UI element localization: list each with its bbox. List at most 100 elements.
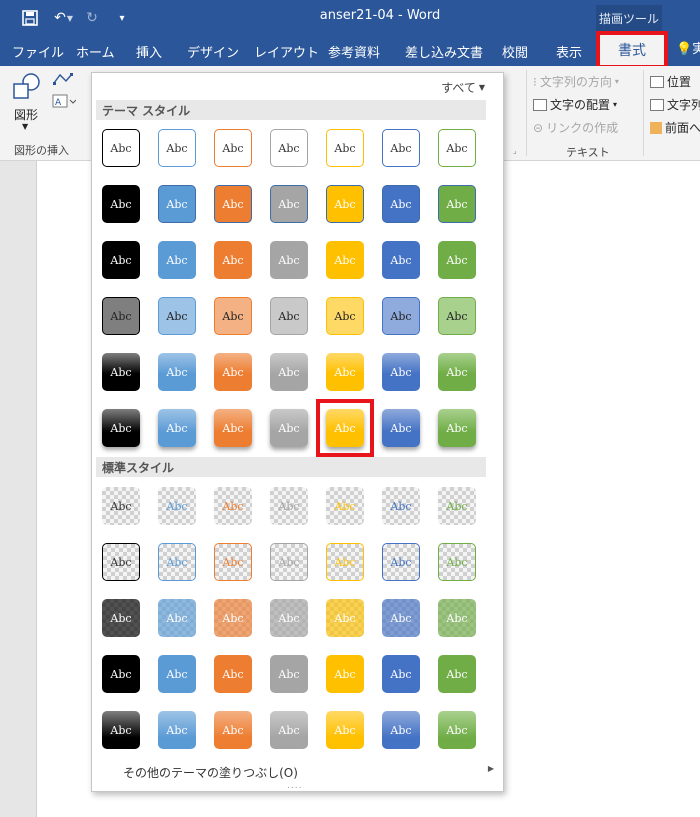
shapes-dropdown-icon[interactable]: ▼ [22, 122, 28, 131]
standard-style-r3-c2[interactable]: Abc [158, 599, 196, 637]
standard-style-r2-c1[interactable]: Abc [102, 543, 140, 581]
standard-style-r3-c3[interactable]: Abc [214, 599, 252, 637]
theme-style-r6-c3[interactable]: Abc [214, 409, 252, 447]
theme-style-r4-c6[interactable]: Abc [382, 297, 420, 335]
tab-3[interactable]: デザイン [187, 36, 239, 66]
tab-8[interactable]: 表示 [556, 36, 582, 66]
theme-style-r2-c6[interactable]: Abc [382, 185, 420, 223]
customize-qat-icon[interactable]: ▾ [110, 6, 134, 30]
redo-icon[interactable]: ↻ [80, 6, 104, 30]
tab-1[interactable]: ホーム [76, 36, 115, 66]
standard-style-r4-c3[interactable]: Abc [214, 655, 252, 693]
theme-style-r3-c6[interactable]: Abc [382, 241, 420, 279]
tab-format[interactable]: 書式 [596, 31, 668, 69]
theme-style-r4-c7[interactable]: Abc [438, 297, 476, 335]
bring-forward-button[interactable]: 前面へ [650, 119, 700, 136]
standard-style-r4-c6[interactable]: Abc [382, 655, 420, 693]
theme-style-r1-c5[interactable]: Abc [326, 129, 364, 167]
theme-style-r6-c7[interactable]: Abc [438, 409, 476, 447]
standard-style-r3-c7[interactable]: Abc [438, 599, 476, 637]
standard-style-r3-c4[interactable]: Abc [270, 599, 308, 637]
standard-style-r5-c2[interactable]: Abc [158, 711, 196, 749]
theme-style-r5-c1[interactable]: Abc [102, 353, 140, 391]
standard-style-r2-c5[interactable]: Abc [326, 543, 364, 581]
standard-style-r3-c6[interactable]: Abc [382, 599, 420, 637]
undo-dropdown-icon[interactable]: ▼ [64, 6, 76, 30]
theme-style-r2-c2[interactable]: Abc [158, 185, 196, 223]
theme-style-r1-c1[interactable]: Abc [102, 129, 140, 167]
standard-style-r2-c7[interactable]: Abc [438, 543, 476, 581]
standard-style-r5-c3[interactable]: Abc [214, 711, 252, 749]
theme-style-r5-c2[interactable]: Abc [158, 353, 196, 391]
theme-style-r3-c4[interactable]: Abc [270, 241, 308, 279]
text-direction-button[interactable]: ⁝ 文字列の方向 ▾ [533, 73, 619, 90]
theme-style-r3-c3[interactable]: Abc [214, 241, 252, 279]
text-box-icon[interactable]: A [52, 94, 76, 108]
tell-me-box[interactable]: 💡実 [676, 38, 700, 57]
standard-style-r1-c2[interactable]: Abc [158, 487, 196, 525]
standard-style-r1-c5[interactable]: Abc [326, 487, 364, 525]
standard-style-r5-c7[interactable]: Abc [438, 711, 476, 749]
standard-style-r4-c2[interactable]: Abc [158, 655, 196, 693]
standard-style-r1-c3[interactable]: Abc [214, 487, 252, 525]
theme-style-r1-c6[interactable]: Abc [382, 129, 420, 167]
theme-style-r1-c4[interactable]: Abc [270, 129, 308, 167]
standard-style-r4-c5[interactable]: Abc [326, 655, 364, 693]
wrap-text-button[interactable]: 文字列 [650, 96, 700, 113]
theme-style-r5-c5[interactable]: Abc [326, 353, 364, 391]
theme-style-r5-c7[interactable]: Abc [438, 353, 476, 391]
theme-style-r6-c4[interactable]: Abc [270, 409, 308, 447]
resize-grip[interactable]: .... [287, 781, 302, 791]
theme-style-r5-c6[interactable]: Abc [382, 353, 420, 391]
standard-style-r5-c5[interactable]: Abc [326, 711, 364, 749]
theme-style-r1-c3[interactable]: Abc [214, 129, 252, 167]
theme-style-r6-c6[interactable]: Abc [382, 409, 420, 447]
save-icon[interactable] [18, 6, 42, 30]
theme-style-r6-c2[interactable]: Abc [158, 409, 196, 447]
standard-style-r4-c7[interactable]: Abc [438, 655, 476, 693]
shapes-button-label[interactable]: 図形 [14, 106, 38, 123]
more-theme-fills-item[interactable]: その他のテーマの塗りつぶし(O) ▶ [92, 761, 503, 781]
standard-style-r3-c5[interactable]: Abc [326, 599, 364, 637]
theme-style-r1-c7[interactable]: Abc [438, 129, 476, 167]
tab-4[interactable]: レイアウト [254, 36, 319, 66]
create-link-button[interactable]: ⊝ リンクの作成 [533, 119, 618, 136]
theme-style-r5-c3[interactable]: Abc [214, 353, 252, 391]
tab-0[interactable]: ファイル [12, 36, 64, 66]
standard-style-r2-c4[interactable]: Abc [270, 543, 308, 581]
standard-style-r1-c6[interactable]: Abc [382, 487, 420, 525]
theme-style-r3-c5[interactable]: Abc [326, 241, 364, 279]
standard-style-r1-c7[interactable]: Abc [438, 487, 476, 525]
theme-style-r5-c4[interactable]: Abc [270, 353, 308, 391]
dialog-launcher-icon[interactable]: ⌟ [513, 146, 517, 155]
tab-2[interactable]: 挿入 [136, 36, 162, 66]
gallery-filter-dropdown[interactable]: すべて ▼ [441, 79, 485, 96]
tab-5[interactable]: 参考資料 [328, 36, 380, 66]
standard-style-r5-c6[interactable]: Abc [382, 711, 420, 749]
theme-style-r3-c2[interactable]: Abc [158, 241, 196, 279]
theme-style-r2-c1[interactable]: Abc [102, 185, 140, 223]
theme-style-r4-c2[interactable]: Abc [158, 297, 196, 335]
standard-style-r3-c1[interactable]: Abc [102, 599, 140, 637]
theme-style-r2-c4[interactable]: Abc [270, 185, 308, 223]
theme-style-r4-c4[interactable]: Abc [270, 297, 308, 335]
standard-style-r4-c4[interactable]: Abc [270, 655, 308, 693]
tab-7[interactable]: 校閲 [502, 36, 528, 66]
edit-shape-icon[interactable] [52, 72, 76, 86]
theme-style-r4-c5[interactable]: Abc [326, 297, 364, 335]
standard-style-r5-c4[interactable]: Abc [270, 711, 308, 749]
theme-style-r2-c7[interactable]: Abc [438, 185, 476, 223]
standard-style-r2-c2[interactable]: Abc [158, 543, 196, 581]
theme-style-r6-c1[interactable]: Abc [102, 409, 140, 447]
theme-style-r3-c1[interactable]: Abc [102, 241, 140, 279]
standard-style-r4-c1[interactable]: Abc [102, 655, 140, 693]
standard-style-r2-c6[interactable]: Abc [382, 543, 420, 581]
tab-6[interactable]: 差し込み文書 [405, 36, 483, 66]
position-button[interactable]: 位置 [650, 73, 691, 90]
theme-style-r4-c3[interactable]: Abc [214, 297, 252, 335]
shapes-icon[interactable] [12, 72, 42, 100]
align-text-button[interactable]: 文字の配置 ▾ [533, 96, 617, 113]
theme-style-r1-c2[interactable]: Abc [158, 129, 196, 167]
standard-style-r1-c1[interactable]: Abc [102, 487, 140, 525]
theme-style-r2-c5[interactable]: Abc [326, 185, 364, 223]
